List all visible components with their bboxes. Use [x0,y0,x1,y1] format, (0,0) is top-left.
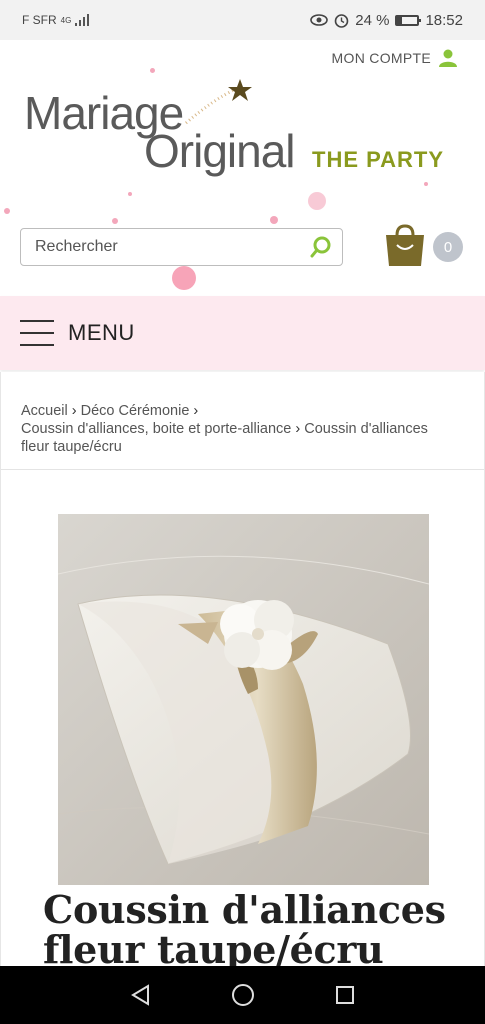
divider [1,469,484,470]
alarm-icon [334,13,349,28]
account-link[interactable]: MON COMPTE [332,49,457,67]
decor-sparkle [128,192,132,196]
user-icon [439,49,457,67]
search-box[interactable] [20,228,343,266]
battery-percent: 24 % [355,11,390,29]
decor-sparkle [308,192,326,210]
site-logo[interactable]: Mariage Original THE PARTY [24,79,464,185]
product-image[interactable] [58,514,429,885]
site-header: MON COMPTE Mariage Original THE PARTY 0 [0,40,485,296]
carrier-label: F SFR [22,13,57,27]
shooting-star-icon [185,79,252,125]
decor-sparkle [112,218,118,224]
system-nav-bar [0,966,485,1024]
breadcrumb-home[interactable]: Accueil [21,403,68,419]
menu-bar[interactable]: MENU [0,296,485,370]
cart-icon[interactable] [383,223,427,267]
menu-label[interactable]: MENU [68,320,135,346]
decor-sparkle [150,68,155,73]
breadcrumb-deco-ceremonie[interactable]: Déco Cérémonie [81,403,190,419]
network-label: 4G [60,15,72,25]
cart-count-badge[interactable]: 0 [433,232,463,262]
product-title: Coussin d'alliances fleur taupe/écru [43,887,446,967]
home-icon[interactable] [231,983,255,1007]
decor-sparkle [270,216,278,224]
signal-icon [75,14,90,26]
decor-sparkle [4,208,10,214]
status-bar: F SFR 4G 24 % 18:52 [0,0,485,40]
search-icon[interactable] [310,236,332,258]
clock: 18:52 [425,11,463,29]
product-content: Accueil › Déco Cérémonie › Coussin d'allianc… [0,372,485,966]
decor-sparkle [172,266,196,290]
breadcrumb-category[interactable]: Coussin d'alliances, boite et porte-alli… [21,421,291,437]
search-input[interactable] [33,237,297,257]
status-left: F SFR 4G [22,13,90,27]
logo-word-original: Original [144,125,296,177]
menu-icon[interactable] [20,320,54,346]
back-icon[interactable] [130,984,152,1006]
battery-icon [395,14,422,26]
eye-icon [310,14,329,26]
logo-the-party: THE PARTY [312,147,445,172]
breadcrumb: Accueil › Déco Cérémonie › Coussin d'allianc… [21,403,428,455]
recents-icon[interactable] [335,985,355,1005]
status-right: 24 % 18:52 [310,12,463,29]
flower [220,600,294,670]
account-label: MON COMPTE [331,50,431,66]
